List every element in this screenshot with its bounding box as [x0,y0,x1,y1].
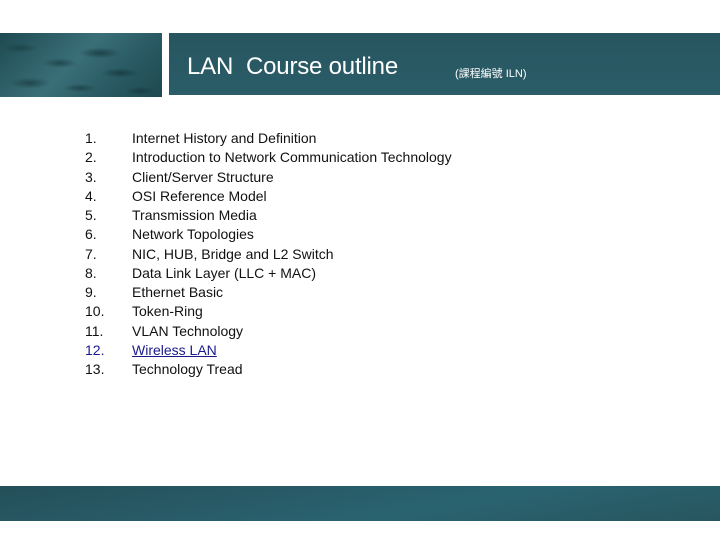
outline-item: 13. Technology Tread [85,360,452,379]
outline-item: 11. VLAN Technology [85,322,452,341]
outline-item: 10. Token-Ring [85,302,452,321]
item-label: Token-Ring [132,303,203,320]
item-number: 3. [85,168,97,185]
item-number: 6. [85,226,97,243]
outline-item: 7. NIC, HUB, Bridge and L2 Switch [85,245,452,264]
outline-item: 5. Transmission Media [85,206,452,225]
outline-item: 2. Introduction to Network Communication … [85,148,452,167]
outline-item: 1. Internet History and Definition [85,129,452,148]
header-fish-photo [0,33,162,97]
item-label: Ethernet Basic [132,284,224,300]
outline-item: 8. Data Link Layer (LLC + MAC) [85,264,452,283]
item-number: 9. [85,284,97,300]
outline-item: 4. OSI Reference Model [85,187,452,206]
outline-item: 3. Client/Server Structure [85,168,452,187]
course-code-subtitle: (課程編號 ILN) [455,68,527,80]
item-label: VLAN Technology [132,322,244,339]
outline-item: 6. Network Topologies [85,225,452,244]
item-label: Network Topologies [132,226,254,243]
course-outline-list: 1. Internet History and Definition 2. Intr… [85,129,452,379]
outline-item: 9. Ethernet Basic [85,283,452,302]
title-banner: LAN Course outline (課程編號 ILN) [169,33,720,95]
item-label: OSI Reference Model [132,187,267,204]
footer-band [0,486,720,521]
item-label: Data Link Layer (LLC + MAC) [132,264,317,281]
item-number: 10. [85,303,105,320]
item-number: 7. [85,245,97,262]
item-label: Introduction to Network Communication Te… [132,149,452,166]
item-label: Technology Tread [132,361,243,377]
item-number: 8. [85,264,97,281]
item-number: 13. [85,361,105,377]
outline-item-wireless-lan[interactable]: 12. Wireless LAN [85,341,452,360]
wireless-lan-link[interactable]: Wireless LAN [132,342,217,358]
item-number: 12. [85,341,105,358]
item-label: Internet History and Definition [132,130,317,146]
item-number: 2. [85,149,97,166]
item-number: 5. [85,207,97,223]
item-number: 4. [85,187,97,204]
item-number: 1. [85,130,97,146]
slide-title: LAN Course outline [187,53,398,80]
item-label: NIC, HUB, Bridge and L2 Switch [132,245,334,262]
item-label: Transmission Media [132,207,257,223]
item-number: 11. [85,322,104,339]
item-label: Client/Server Structure [132,168,274,185]
